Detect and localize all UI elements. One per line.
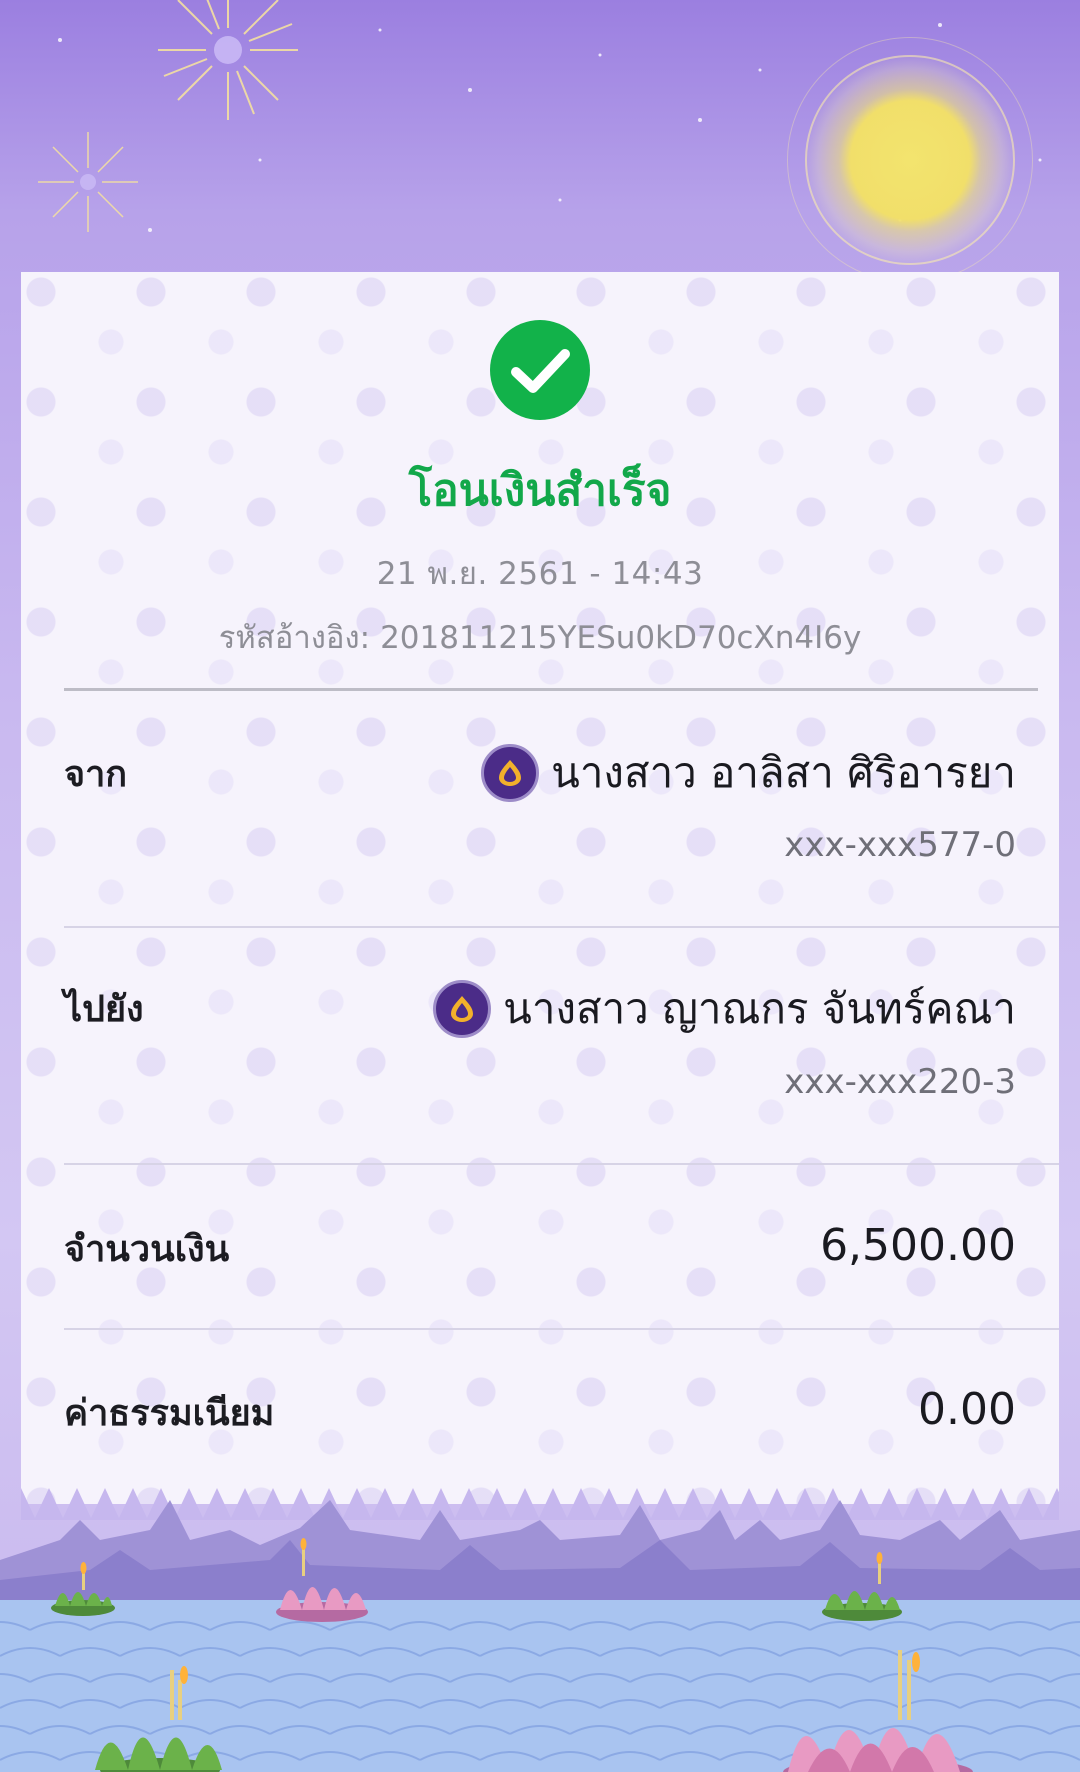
to-name-text: นางสาว ญาณกร จันทร์คณา: [503, 984, 1016, 1033]
loy-krathong-scene: [0, 1500, 1080, 1772]
to-account-name: นางสาว ญาณกร จันทร์คณา: [433, 976, 1016, 1042]
divider: [64, 1328, 1059, 1330]
from-label: จาก: [64, 754, 128, 795]
reference-label: รหัสอ้างอิง:: [218, 620, 371, 656]
to-account-number: xxx-xxx220-3: [784, 1062, 1016, 1102]
scb-bank-icon: [481, 744, 540, 802]
firework-icon: [158, 0, 298, 120]
fee-label: ค่าธรรมเนียม: [64, 1393, 275, 1434]
divider: [64, 688, 1038, 691]
success-check-icon: [490, 320, 590, 420]
amount-label: จำนวนเงิน: [64, 1229, 230, 1270]
reference-value: 201811215YESu0kD70cXn4I6y: [380, 620, 862, 656]
transfer-success-title: โอนเงินสำเร็จ: [408, 465, 672, 516]
from-name-text: นางสาว อาลิสา ศิริอารยา: [551, 748, 1016, 797]
moon-icon: [787, 37, 1033, 283]
amount-value: 6,500.00: [820, 1220, 1016, 1271]
fee-value: 0.00: [918, 1384, 1016, 1435]
divider: [64, 1163, 1059, 1165]
from-account-number: xxx-xxx577-0: [784, 825, 1016, 865]
divider: [64, 926, 1059, 928]
to-label: ไปยัง: [64, 989, 144, 1030]
scb-bank-icon: [433, 980, 492, 1038]
reference-code: รหัสอ้างอิง: 201811215YESu0kD70cXn4I6y: [0, 612, 1080, 662]
transfer-datetime: 21 พ.ย. 2561 - 14:43: [376, 556, 704, 592]
firework-small-icon: [38, 132, 138, 232]
from-account-name: นางสาว อาลิสา ศิริอารยา: [481, 740, 1016, 806]
